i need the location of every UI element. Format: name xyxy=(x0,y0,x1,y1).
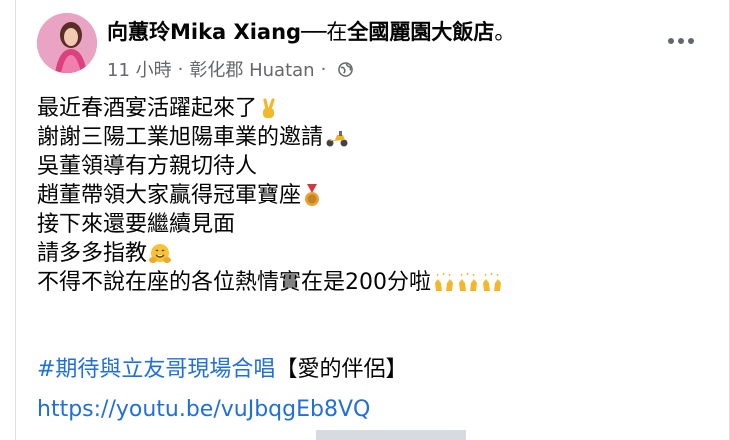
post-body: 最近春酒宴活躍起來了 謝謝三陽工業旭陽車業的邀請 吳董領導有方親切待人 趙董帶領… xyxy=(37,94,503,297)
place-name[interactable]: 全國麗園大飯店 xyxy=(347,20,494,44)
hashtag-link[interactable]: #期待與立友哥現場合唱 xyxy=(37,357,275,382)
post-line: 接下來還要繼續見面 xyxy=(37,210,503,239)
meta-separator-2: · xyxy=(320,58,327,80)
medal-emoji xyxy=(305,183,320,206)
post-line-text: 吳董領導有方親切待人 xyxy=(37,154,258,179)
post-line: 請多多指教 xyxy=(37,239,503,268)
post-line: 不得不說在座的各位熱情實在是200分啦 xyxy=(37,268,503,297)
post-line: 趙董帶領大家贏得冠軍寶座 xyxy=(37,181,503,210)
post-line: 謝謝三陽工業旭陽車業的邀請 xyxy=(37,123,503,152)
post-line-text: 趙董帶領大家贏得冠軍寶座 xyxy=(37,183,302,208)
hashtag-suffix: 【愛的伴侶】 xyxy=(275,357,408,382)
post-line: 吳董領導有方親切待人 xyxy=(37,152,503,181)
raising-hands-emoji xyxy=(483,272,501,291)
more-dot xyxy=(688,38,694,44)
hugging-face-emoji xyxy=(149,243,172,263)
hashtag-line: #期待與立友哥現場合唱【愛的伴侶】 xyxy=(37,352,407,388)
post-meta: 11 小時 · 彰化郡 Huatan · xyxy=(107,56,354,82)
meta-separator: · xyxy=(177,58,184,80)
post-links: #期待與立友哥現場合唱【愛的伴侶】 https://youtu.be/vuJbq… xyxy=(37,352,407,428)
header-separator: ── xyxy=(301,20,327,44)
post-location[interactable]: 彰化郡 Huatan xyxy=(189,56,314,82)
post-card: 向蕙玲Mika Xiang──在全國麗園大飯店。 11 小時 · 彰化郡 Hua… xyxy=(15,0,730,440)
raising-hands-emoji xyxy=(435,272,453,291)
post-line-text: 不得不說在座的各位熱情實在是200分啦 xyxy=(37,270,431,295)
more-options-button[interactable] xyxy=(663,28,699,54)
motor-scooter-emoji xyxy=(326,130,348,146)
globe-icon[interactable] xyxy=(338,61,354,77)
post-line-text: 最近春酒宴活躍起來了 xyxy=(37,96,258,121)
avatar[interactable] xyxy=(37,13,97,73)
post-line-text: 接下來還要繼續見面 xyxy=(37,212,236,237)
more-dot xyxy=(668,38,674,44)
victory-hand-emoji xyxy=(263,97,275,118)
media-preview-edge xyxy=(316,430,466,440)
avatar-photo xyxy=(37,13,97,73)
post-time[interactable]: 11 小時 xyxy=(107,56,172,82)
more-dot xyxy=(678,38,684,44)
post-line: 最近春酒宴活躍起來了 xyxy=(37,94,503,123)
header-end-mark: 。 xyxy=(494,20,516,44)
at-prefix: 在 xyxy=(326,20,348,44)
post-header: 向蕙玲Mika Xiang──在全國麗園大飯店。 xyxy=(107,16,515,46)
post-line-text: 謝謝三陽工業旭陽車業的邀請 xyxy=(37,125,324,150)
post-line-text: 請多多指教 xyxy=(37,241,148,266)
raising-hands-emoji xyxy=(459,272,477,291)
author-name[interactable]: 向蕙玲Mika Xiang xyxy=(107,20,301,44)
youtube-link[interactable]: https://youtu.be/vuJbqgEb8VQ xyxy=(37,392,407,428)
